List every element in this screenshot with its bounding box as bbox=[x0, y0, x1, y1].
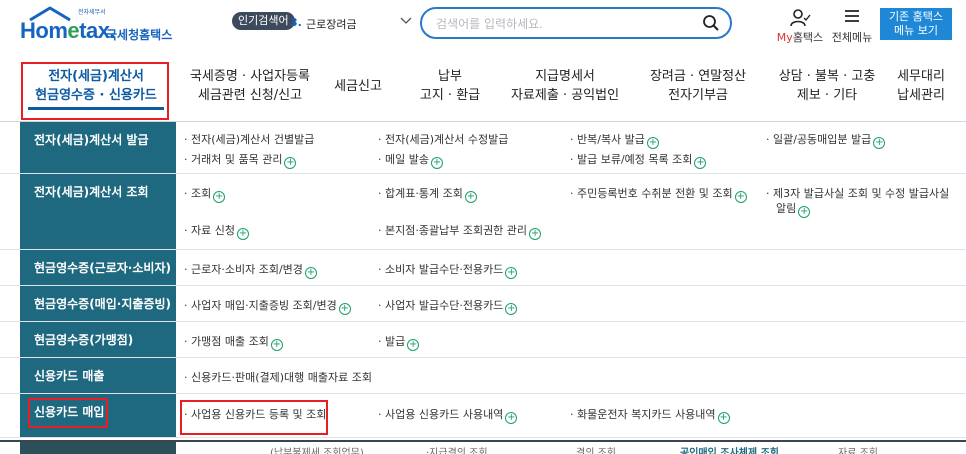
my-hometax-label: My홈택스 bbox=[776, 31, 824, 44]
plus-circle-icon[interactable]: + bbox=[304, 267, 317, 279]
menu-link[interactable]: · 자료 신청 + bbox=[184, 222, 249, 240]
menu-link[interactable]: · 사업자 발급수단·전용카드 + bbox=[378, 297, 518, 315]
menu-link[interactable]: · 신용카드·판매(결제)대행 매출자료 조회 bbox=[184, 369, 372, 385]
menu-row-cash-receipt-worker: 현금영수증(근로자·소비자) · 근로자·소비자 조회/변경 + · 소비자 발급… bbox=[0, 250, 966, 286]
menu-link[interactable]: · 근로자·소비자 조회/변경 + bbox=[184, 261, 317, 279]
menu-link[interactable]: · 전자(세금)계산서 건별발급 bbox=[184, 131, 314, 147]
menu-link[interactable]: · 사업자 매입·지출증빙 조회/변경 + bbox=[184, 297, 351, 315]
logo-tagline: 전자세무서 bbox=[78, 9, 106, 16]
menu-row-title[interactable]: 전자(세금)계산서 조회 bbox=[20, 174, 176, 249]
hamburger-menu-icon bbox=[845, 10, 859, 22]
menu-row-title[interactable]: 현금영수증(가맹점) bbox=[20, 322, 176, 357]
menu-link[interactable]: · 합계표·통계 조회 + bbox=[378, 185, 477, 203]
menu-row-credit-card-purchase: 신용카드 매입 · 사업용 신용카드 등록 및 조회 · 사업용 신용카드 사용… bbox=[0, 394, 966, 438]
underlying-text: ·지급결의 조회 bbox=[426, 448, 488, 454]
plus-circle-icon[interactable]: + bbox=[284, 157, 297, 169]
gnb-payment-statement[interactable]: 지급명세서 자료제출 · 공익법인 bbox=[500, 67, 630, 105]
hometax-logo[interactable]: 전자세무서 Hometax. 국세청홈택스 bbox=[20, 6, 192, 46]
underlying-text: (납부불제세 조회업무) bbox=[270, 448, 364, 454]
menu-link[interactable]: · 발급 보류/예정 목록 조회 + bbox=[570, 151, 707, 169]
plus-circle-icon[interactable]: + bbox=[338, 303, 351, 315]
plus-circle-icon[interactable]: + bbox=[505, 412, 518, 424]
menu-row-einvoice-issue: 전자(세금)계산서 발급 · 전자(세금)계산서 건별발급 · 전자(세금)계산… bbox=[0, 122, 966, 174]
underlying-page-strip: (납부불제세 조회업무) ·지급결의 조회 결의 조회 공인매입 조사체제 조회… bbox=[0, 440, 966, 454]
popular-search-badge: 인기검색어 bbox=[232, 12, 295, 30]
menu-link[interactable]: · 반복/복사 발급 + bbox=[570, 131, 659, 149]
plus-circle-icon[interactable]: + bbox=[798, 206, 811, 218]
menu-row-cash-receipt-merchant: 현금영수증(가맹점) · 가맹점 매출 조회 + · 발급 + bbox=[0, 322, 966, 358]
plus-circle-icon[interactable]: + bbox=[646, 137, 659, 149]
all-menu-label: 전체메뉴 bbox=[831, 31, 873, 44]
logo-brand: Hometax. bbox=[20, 18, 116, 43]
plus-circle-icon[interactable]: + bbox=[873, 137, 886, 149]
legacy-menu-button[interactable]: 기존 홈택스 메뉴 보기 bbox=[880, 8, 952, 40]
menu-link[interactable]: · 일괄/공동매입분 발급 + bbox=[766, 131, 886, 149]
plus-circle-icon[interactable]: + bbox=[529, 228, 542, 240]
highlight-box-gnb bbox=[21, 62, 169, 120]
header: 전자세무서 Hometax. 국세청홈택스 인기검색어 3. 근로장려금 My홈… bbox=[0, 0, 966, 52]
plus-circle-icon[interactable]: + bbox=[430, 157, 443, 169]
highlight-box-card-purchase-title bbox=[28, 398, 108, 428]
menu-row-cash-receipt-purchase: 현금영수증(매입·지출증빙) · 사업자 매입·지출증빙 조회/변경 + · 사업… bbox=[0, 286, 966, 322]
plus-circle-icon[interactable]: + bbox=[407, 339, 420, 351]
plus-circle-icon[interactable]: + bbox=[694, 157, 707, 169]
underlying-text: 자료 조회 bbox=[838, 448, 878, 454]
gnb-payment[interactable]: 납부 고지 · 환급 bbox=[410, 67, 490, 105]
menu-link[interactable]: · 사업용 신용카드 사용내역 + bbox=[378, 406, 518, 424]
mega-menu-panel: 전자(세금)계산서 발급 · 전자(세금)계산서 건별발급 · 전자(세금)계산… bbox=[0, 122, 966, 442]
menu-link[interactable]: · 조회 + bbox=[184, 185, 226, 203]
highlight-box-card-register-link bbox=[180, 400, 328, 435]
menu-link[interactable]: · 가맹점 매출 조회 + bbox=[184, 333, 283, 351]
plus-circle-icon[interactable]: + bbox=[270, 339, 283, 351]
menu-row-title[interactable]: 현금영수증(근로자·소비자) bbox=[20, 250, 176, 285]
menu-row-title[interactable]: 전자(세금)계산서 발급 bbox=[20, 122, 176, 173]
all-menu-button[interactable]: 전체메뉴 bbox=[826, 8, 878, 44]
menu-link[interactable]: · 전자(세금)계산서 수정발급 bbox=[378, 131, 508, 147]
menu-link[interactable]: · 제3자 발급사실 조회 및 수정 발급사실 bbox=[766, 185, 949, 201]
plus-circle-icon[interactable]: + bbox=[213, 191, 226, 203]
menu-link[interactable]: · 거래처 및 품목 관리 + bbox=[184, 151, 297, 169]
menu-row-title[interactable]: 신용카드 매출 bbox=[20, 358, 176, 393]
gnb-certificate-registration[interactable]: 국세증명 · 사업자등록 세금관련 신청/신고 bbox=[182, 67, 318, 105]
menu-link[interactable]: · 소비자 발급수단·전용카드 + bbox=[378, 261, 518, 279]
plus-circle-icon[interactable]: + bbox=[505, 267, 518, 279]
menu-link[interactable]: · 메일 발송 + bbox=[378, 151, 443, 169]
plus-circle-icon[interactable]: + bbox=[236, 228, 249, 240]
menu-row-credit-card-sales: 신용카드 매출 · 신용카드·판매(결제)대행 매출자료 조회 bbox=[0, 358, 966, 394]
plus-circle-icon[interactable]: + bbox=[717, 412, 730, 424]
search-input[interactable] bbox=[436, 15, 686, 33]
menu-row-einvoice-inquiry: 전자(세금)계산서 조회 · 조회 + · 합계표·통계 조회 + · 주민등록번호… bbox=[0, 174, 966, 250]
gnb-incentive-yearend[interactable]: 장려금 · 연말정산 전자기부금 bbox=[638, 67, 758, 105]
plus-circle-icon[interactable]: + bbox=[734, 191, 747, 203]
popular-search-term[interactable]: 근로장려금 bbox=[306, 16, 357, 32]
gnb-consult-appeal[interactable]: 상담 · 불복 · 고충 제보 · 기타 bbox=[768, 67, 886, 105]
menu-link[interactable]: · 주민등록번호 수취분 전환 및 조회 + bbox=[570, 185, 747, 203]
gnb-tax-filing[interactable]: 세금신고 bbox=[330, 77, 386, 96]
menu-link[interactable]: · 화물운전자 복지카드 사용내역 + bbox=[570, 406, 730, 424]
logo-korean-name: 국세청홈택스 bbox=[106, 28, 173, 42]
user-icon bbox=[790, 9, 811, 27]
popular-search-rank: 3. bbox=[290, 16, 302, 29]
my-hometax-button[interactable]: My홈택스 bbox=[777, 8, 823, 44]
plus-circle-icon[interactable]: + bbox=[505, 303, 518, 315]
search-box bbox=[420, 7, 732, 39]
plus-circle-icon[interactable]: + bbox=[464, 191, 477, 203]
search-icon[interactable] bbox=[702, 14, 720, 36]
underlying-text: 공인매입 조사체제 조회 bbox=[680, 448, 779, 454]
gnb-tax-agent[interactable]: 세무대리 납세관리 bbox=[888, 67, 954, 105]
menu-row-title[interactable]: 현금영수증(매입·지출증빙) bbox=[20, 286, 176, 321]
menu-link-continued[interactable]: 알림 + bbox=[776, 200, 811, 218]
underlying-text: 결의 조회 bbox=[576, 448, 616, 454]
menu-link[interactable]: · 본지점·종괄납부 조회권한 관리 + bbox=[378, 222, 542, 240]
menu-link[interactable]: · 발급 + bbox=[378, 333, 420, 351]
underlying-dark-block bbox=[20, 442, 176, 454]
chevron-down-icon[interactable] bbox=[400, 14, 412, 28]
